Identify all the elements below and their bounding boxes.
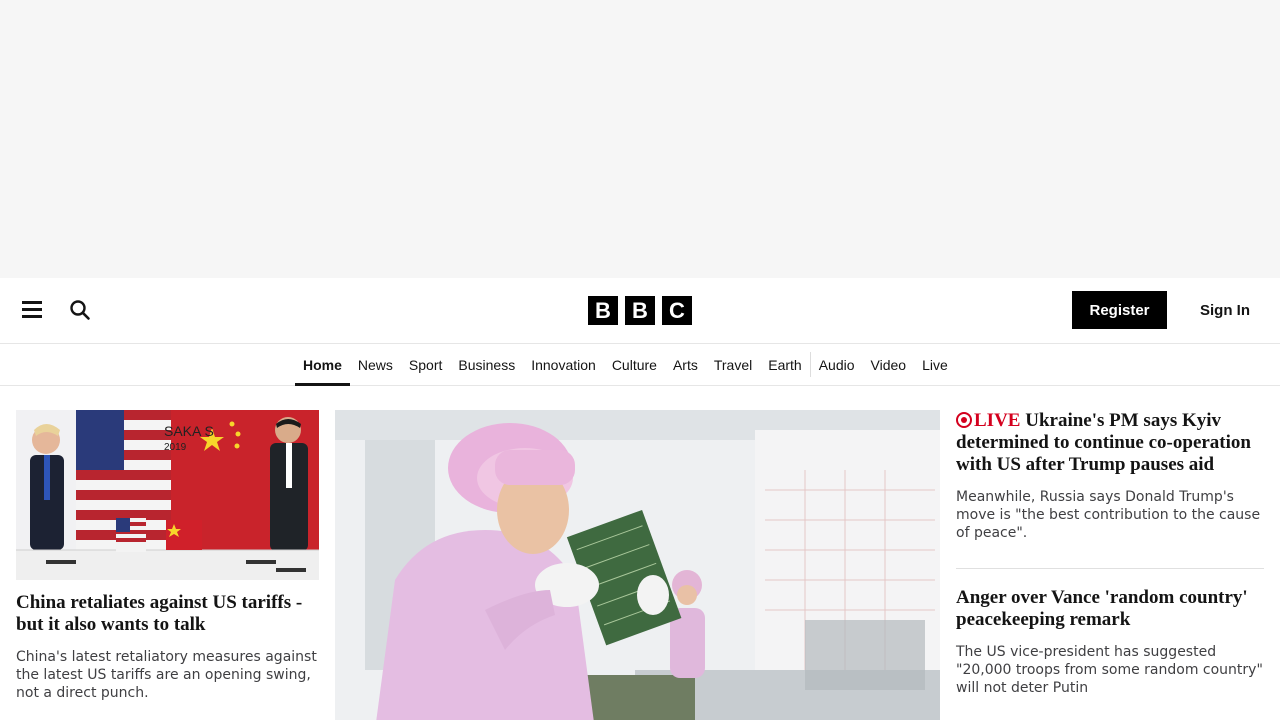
search-icon[interactable] (68, 298, 92, 322)
story-summary-right-second: The US vice-president has suggested "20,… (956, 644, 1263, 696)
story-image-leaders-flags[interactable]: SAKA S 2019 (16, 410, 319, 580)
story-card-left[interactable]: SAKA S 2019 China retaliates against US … (16, 410, 319, 702)
nav-item-earth[interactable]: Earth (760, 344, 809, 385)
sign-in-button[interactable]: Sign In (1190, 291, 1260, 329)
backdrop-text: SAKA S (164, 423, 214, 439)
logo-letter-c: C (662, 296, 692, 325)
nav-item-audio[interactable]: Audio (811, 344, 863, 385)
register-button[interactable]: Register (1072, 291, 1167, 329)
story-column-right: LIVE Ukraine's PM says Kyiv determined t… (956, 410, 1264, 697)
story-headline-left[interactable]: China retaliates against US tariffs - bu… (16, 592, 319, 636)
nav-item-arts[interactable]: Arts (665, 344, 706, 385)
nav-item-travel[interactable]: Travel (706, 344, 760, 385)
story-divider (956, 568, 1264, 569)
nav-item-sport[interactable]: Sport (401, 344, 450, 385)
live-icon (956, 412, 972, 428)
menu-icon[interactable] (20, 298, 44, 322)
live-label: LIVE (974, 410, 1021, 431)
backdrop-year: 2019 (164, 442, 187, 453)
nav-item-culture[interactable]: Culture (604, 344, 665, 385)
nav-item-video[interactable]: Video (863, 344, 915, 385)
bbc-logo[interactable]: B B C (588, 296, 693, 325)
hero-image-factory-worker[interactable] (335, 410, 940, 720)
nav-item-innovation[interactable]: Innovation (523, 344, 604, 385)
nav-item-news[interactable]: News (350, 344, 401, 385)
main-navigation: Home News Sport Business Innovation Cult… (0, 344, 1280, 386)
nav-item-business[interactable]: Business (450, 344, 523, 385)
story-headline-right-top[interactable]: LIVE Ukraine's PM says Kyiv determined t… (956, 410, 1264, 476)
site-header: B B C Register Sign In (0, 278, 1280, 344)
logo-letter-b1: B (588, 296, 618, 325)
nav-item-home[interactable]: Home (295, 344, 350, 386)
story-summary-left: China's latest retaliatory measures agai… (16, 649, 317, 701)
logo-letter-b2: B (625, 296, 655, 325)
story-headline-right-second[interactable]: Anger over Vance 'random country' peacek… (956, 587, 1264, 631)
advertisement-area (0, 0, 1280, 278)
nav-item-live[interactable]: Live (914, 344, 956, 385)
story-summary-right-top: Meanwhile, Russia says Donald Trump's mo… (956, 489, 1261, 541)
